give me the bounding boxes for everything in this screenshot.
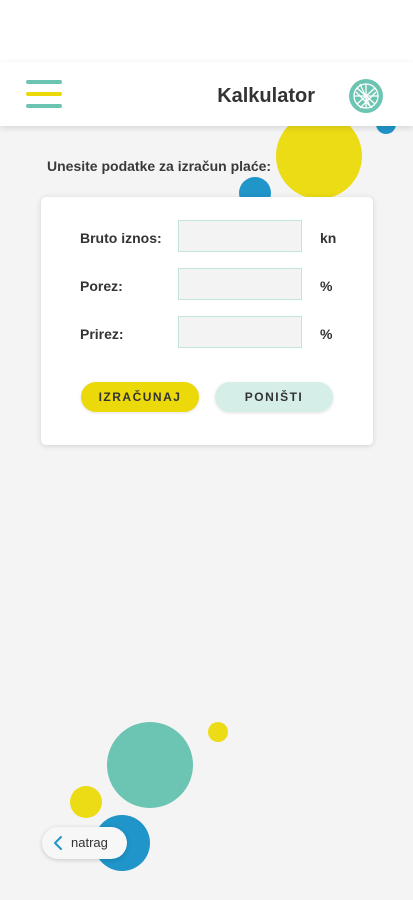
chevron-left-icon — [54, 836, 62, 850]
form-prompt: Unesite podatke za izračun plaće: — [47, 158, 272, 174]
gross-amount-unit: kn — [320, 230, 337, 246]
surtax-unit: % — [320, 326, 333, 342]
decor-teal-circle — [107, 722, 193, 808]
decor-yellow-circle-small — [70, 786, 102, 818]
calculator-card: Bruto iznos: kn Porez: % Prirez: % IZRAČ… — [41, 197, 373, 445]
gross-amount-row: Bruto iznos: kn — [41, 220, 373, 256]
tax-unit: % — [320, 278, 333, 294]
surtax-row: Prirez: % — [41, 316, 373, 352]
decor-yellow-dot — [208, 722, 228, 742]
calculate-button[interactable]: IZRAČUNAJ — [81, 382, 199, 412]
surtax-label: Prirez: — [80, 326, 124, 342]
back-button-label: natrag — [71, 835, 108, 850]
status-bar-area — [0, 0, 413, 62]
tax-row: Porez: % — [41, 268, 373, 304]
hamburger-menu-icon[interactable] — [26, 80, 62, 110]
back-button[interactable]: natrag — [42, 827, 127, 859]
globe-network-logo-icon[interactable] — [348, 78, 384, 114]
app-header: Kalkulator — [0, 62, 413, 126]
surtax-input[interactable] — [178, 316, 302, 348]
page-title: Kalkulator — [217, 85, 315, 107]
tax-input[interactable] — [178, 268, 302, 300]
gross-amount-input[interactable] — [178, 220, 302, 252]
tax-label: Porez: — [80, 278, 123, 294]
reset-button[interactable]: PONIŠTI — [215, 382, 333, 412]
gross-amount-label: Bruto iznos: — [80, 230, 162, 246]
